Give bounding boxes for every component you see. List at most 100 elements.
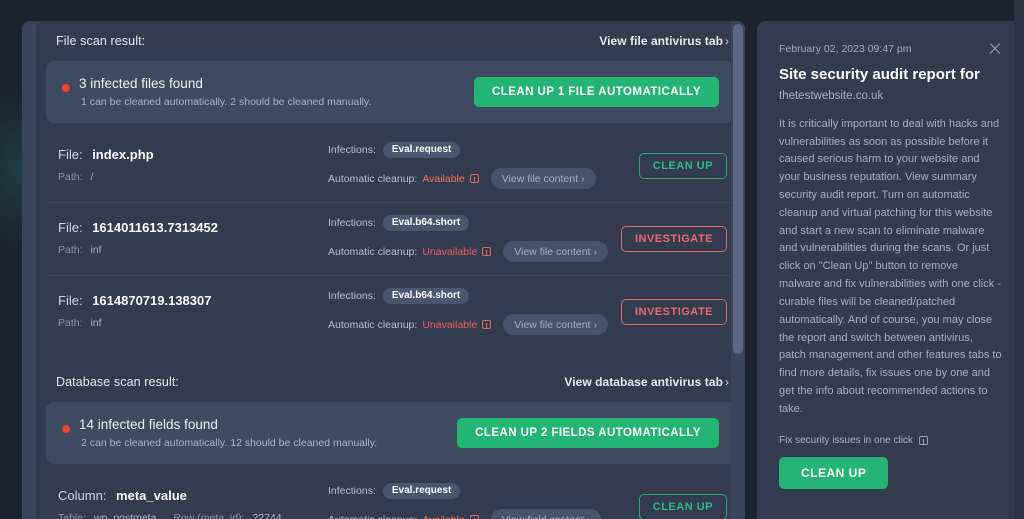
info-icon[interactable] — [918, 435, 928, 445]
panel-scrollbar-thumb[interactable] — [733, 24, 743, 354]
status-dot-icon — [62, 83, 70, 92]
auto-cleanup-label: Automatic cleanup: — [328, 318, 418, 331]
fix-issues-hint: Fix security issues in one click — [779, 435, 1002, 446]
file-rows-list: File: index.php Path: / Infections: Eval… — [36, 129, 745, 348]
view-file-content-button[interactable]: View file content › — [490, 168, 596, 189]
view-file-content-label: View file content — [514, 318, 591, 331]
app-screen: File scan result: View file antivirus ta… — [0, 0, 1024, 519]
clean-up-button[interactable]: CLEAN UP — [638, 493, 727, 519]
database-row-action: CLEAN UP — [638, 493, 727, 519]
scan-results-content: File scan result: View file antivirus ta… — [36, 21, 745, 519]
database-summary-subtitle: 2 can be cleaned automatically. 12 shoul… — [81, 437, 378, 450]
view-file-content-label: View file content — [514, 245, 591, 258]
view-database-antivirus-tab-link[interactable]: View database antivirus tab › — [564, 375, 729, 389]
file-summary-subtitle: 1 can be cleaned automatically. 2 should… — [81, 96, 372, 109]
auto-cleanup-status: Available — [422, 172, 465, 185]
file-label: File: — [58, 292, 83, 308]
report-date: February 02, 2023 09:47 pm — [779, 43, 912, 55]
fix-issues-label: Fix security issues in one click — [779, 434, 913, 446]
path-value: inf — [90, 317, 102, 330]
report-title: Site security audit report for — [779, 66, 980, 83]
auto-cleanup-label: Automatic cleanup: — [328, 245, 418, 258]
clean-up-fields-automatically-button[interactable]: CLEAN UP 2 FIELDS AUTOMATICALLY — [457, 418, 719, 448]
view-file-content-label: View file content — [501, 172, 579, 185]
info-icon[interactable] — [482, 320, 492, 329]
file-name: 1614011613.7313452 — [92, 219, 218, 235]
sidebar-top-bar: February 02, 2023 09:47 pm — [779, 43, 1002, 56]
auto-cleanup-status: Unavailable — [422, 245, 478, 258]
database-row-details: Infections: Eval.request Automatic clean… — [328, 483, 639, 519]
infections-label: Infections: — [328, 217, 376, 229]
status-dot-icon — [62, 424, 70, 433]
file-row-details: Infections: Eval.request Automatic clean… — [328, 142, 639, 189]
infection-badge: Eval.request — [382, 483, 461, 499]
database-scan-title: Database scan result: — [56, 375, 179, 389]
info-icon[interactable] — [482, 247, 492, 256]
table-row: Column: meta_value Table: wp_postmeta Ro… — [36, 470, 745, 519]
infection-badge: Eval.b64.short — [382, 288, 470, 304]
infection-badge: Eval.b64.short — [382, 215, 470, 231]
info-icon[interactable] — [469, 515, 479, 519]
clean-up-button[interactable]: CLEAN UP — [638, 152, 727, 179]
file-label: File: — [58, 146, 83, 162]
view-file-antivirus-tab-label: View file antivirus tab — [599, 34, 723, 48]
chevron-right-icon: › — [724, 375, 729, 389]
window-scrollbar-track[interactable] — [1014, 0, 1024, 519]
view-file-content-button[interactable]: View file content › — [503, 314, 608, 335]
infections-label: Infections: — [328, 290, 376, 302]
chevron-right-icon: › — [724, 34, 729, 48]
auto-cleanup-status: Unavailable — [422, 318, 478, 331]
view-file-content-button[interactable]: View file content › — [503, 241, 608, 262]
chevron-right-icon: › — [581, 172, 585, 185]
file-row-details: Infections: Eval.b64.short Automatic cle… — [328, 215, 621, 262]
auto-cleanup-label: Automatic cleanup: — [328, 514, 417, 519]
panel-scrollbar-track[interactable] — [731, 21, 745, 519]
infections-label: Infections: — [328, 144, 376, 156]
path-value: / — [90, 171, 94, 184]
security-report-sidebar: February 02, 2023 09:47 pm Site security… — [757, 21, 1024, 519]
database-scan-summary-card: 14 infected fields found 2 can be cleane… — [46, 402, 735, 464]
table-row: File: index.php Path: / Infections: Eval… — [36, 129, 745, 202]
report-body-text: It is critically important to deal with … — [779, 117, 1002, 415]
file-label: File: — [58, 219, 83, 235]
infections-label: Infections: — [328, 485, 376, 497]
row-id-value: 22744 — [252, 512, 282, 519]
column-label: Column: — [58, 487, 107, 503]
auto-cleanup-label: Automatic cleanup: — [328, 172, 418, 185]
table-row: File: 1614011613.7313452 Path: inf Infec… — [36, 202, 745, 275]
info-icon[interactable] — [469, 174, 479, 183]
row-label: Row (meta_id): — [173, 512, 245, 519]
close-icon[interactable] — [988, 42, 1002, 56]
file-scan-header: File scan result: View file antivirus ta… — [36, 21, 745, 61]
column-name: meta_value — [116, 487, 187, 503]
database-rows-list: Column: meta_value Table: wp_postmeta Ro… — [36, 470, 745, 519]
view-database-antivirus-tab-label: View database antivirus tab — [564, 375, 723, 389]
view-file-antivirus-tab-link[interactable]: View file antivirus tab › — [599, 34, 729, 48]
scan-results-panel: File scan result: View file antivirus ta… — [22, 21, 745, 519]
file-row-details: Infections: Eval.b64.short Automatic cle… — [328, 288, 621, 335]
file-summary-text: 3 infected files found 1 can be cleaned … — [62, 76, 372, 109]
file-row-identity: File: 1614011613.7313452 Path: inf — [58, 219, 328, 256]
investigate-button[interactable]: INVESTIGATE — [620, 298, 727, 325]
file-scan-title: File scan result: — [56, 34, 146, 48]
database-scan-header: Database scan result: View database anti… — [36, 362, 745, 402]
sidebar-clean-up-button[interactable]: CLEAN UP — [779, 456, 889, 489]
view-field-content-button[interactable]: View field content› — [490, 509, 602, 519]
database-row-identity: Column: meta_value Table: wp_postmeta Ro… — [58, 487, 328, 519]
clean-up-files-automatically-button[interactable]: CLEAN UP 1 FILE AUTOMATICALLY — [474, 77, 719, 107]
chevron-right-icon: › — [593, 245, 597, 258]
chevron-right-icon: › — [587, 514, 591, 519]
file-scan-summary-card: 3 infected files found 1 can be cleaned … — [46, 61, 735, 123]
table-value: wp_postmeta — [93, 512, 157, 519]
file-row-action: INVESTIGATE — [620, 298, 727, 325]
infection-badge: Eval.request — [382, 142, 461, 158]
database-summary-title: 14 infected fields found — [79, 416, 218, 432]
investigate-button[interactable]: INVESTIGATE — [620, 225, 727, 252]
auto-cleanup-status: Available — [422, 514, 464, 519]
database-summary-text: 14 infected fields found 2 can be cleane… — [62, 416, 378, 450]
table-row: File: 1614870719.138307 Path: inf Infect… — [36, 275, 745, 348]
file-row-action: CLEAN UP — [638, 152, 727, 179]
sidebar-content: February 02, 2023 09:47 pm Site security… — [757, 21, 1024, 519]
file-row-action: INVESTIGATE — [620, 225, 727, 252]
